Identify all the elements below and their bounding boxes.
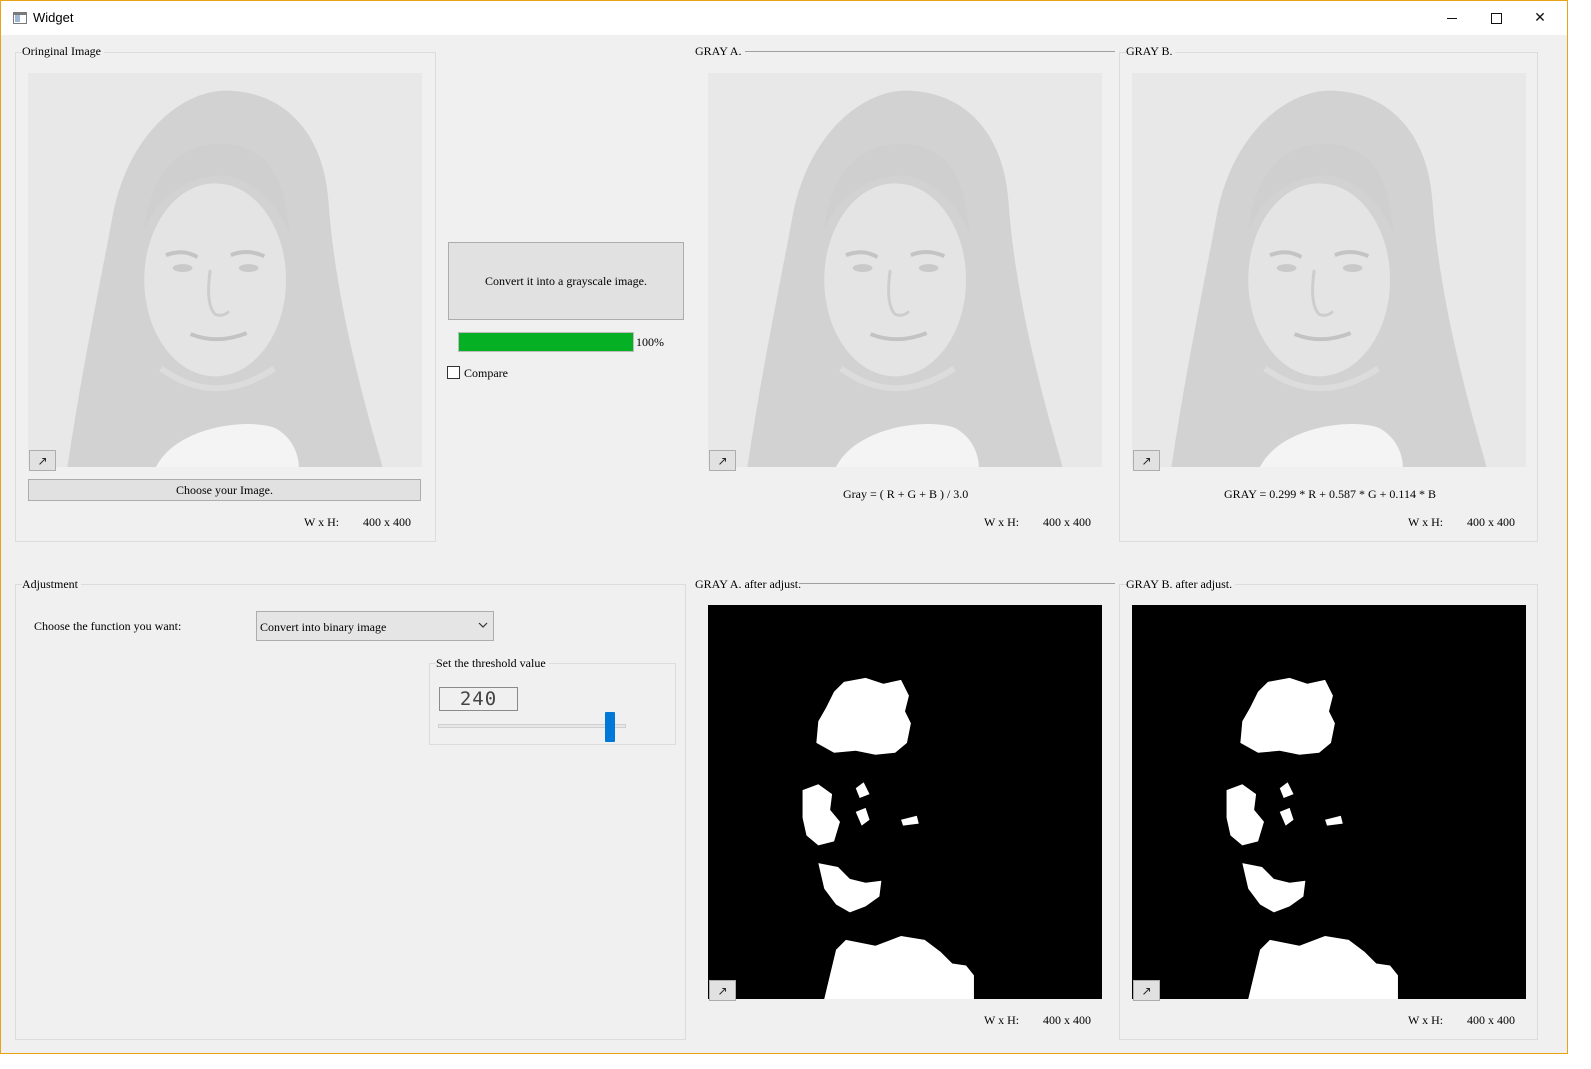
app-icon <box>13 12 27 24</box>
desktop-background <box>0 1054 1591 1069</box>
threshold-lcd-display: 240 <box>439 687 518 711</box>
gray-a-wh-value: 400 x 400 <box>1043 515 1091 529</box>
function-select-value: Convert into binary image <box>260 620 387 634</box>
original-zoom-button[interactable]: ↗ <box>29 450 56 471</box>
threshold-title: Set the threshold value <box>436 656 549 670</box>
close-button[interactable]: ✕ <box>1517 1 1563 35</box>
gray-a-title: GRAY A. <box>695 44 745 58</box>
original-image-title: Oringinal Image <box>22 44 104 58</box>
function-label: Choose the function you want: <box>34 619 182 633</box>
gray-b-title: GRAY B. <box>1126 44 1176 58</box>
gray-a-formula: Gray = ( R + G + B ) / 3.0 <box>843 487 969 501</box>
compare-checkbox[interactable] <box>447 366 460 379</box>
gray-b-image <box>1132 73 1526 467</box>
chevron-down-icon <box>478 622 488 628</box>
gray-b-adjusted-zoom-button[interactable]: ↗ <box>1133 980 1160 1001</box>
gray-b-wh-label: W x H: <box>1408 515 1444 529</box>
progress-percent-label: 100% <box>636 335 664 349</box>
gray-a-image-view <box>708 73 1102 467</box>
gray-b-zoom-button[interactable]: ↗ <box>1133 450 1160 471</box>
adjustment-title: Adjustment <box>22 577 81 591</box>
gray-b-image-view <box>1132 73 1526 467</box>
gray-b-wh-value: 400 x 400 <box>1467 515 1515 529</box>
conversion-progress-bar <box>458 332 634 352</box>
gray-a-adjusted-image <box>708 605 1102 999</box>
maximize-icon <box>1490 12 1502 24</box>
original-wh-value: 400 x 400 <box>363 515 411 529</box>
gray-a-adjusted-title: GRAY A. after adjust. <box>695 577 805 591</box>
expand-arrow-icon: ↗ <box>37 453 48 468</box>
gray-a-adjusted-zoom-button[interactable]: ↗ <box>709 980 736 1001</box>
gray-b-adjusted-wh-label: W x H: <box>1408 1013 1444 1027</box>
gray-b-adjusted-title: GRAY B. after adjust. <box>1126 577 1236 591</box>
progress-fill <box>459 333 633 351</box>
expand-arrow-icon: ↗ <box>1141 983 1152 998</box>
close-icon: ✕ <box>1534 10 1546 26</box>
gray-b-formula: GRAY = 0.299 * R + 0.587 * G + 0.114 * B <box>1224 487 1436 501</box>
gray-b-adjusted-wh-value: 400 x 400 <box>1467 1013 1515 1027</box>
gray-b-adjusted-image-view <box>1132 605 1526 999</box>
gray-a-adjusted-wh-value: 400 x 400 <box>1043 1013 1091 1027</box>
maximize-button[interactable] <box>1473 1 1519 35</box>
choose-image-button[interactable]: Choose your Image. <box>28 479 421 501</box>
original-image-view <box>28 73 422 467</box>
threshold-slider-groove[interactable] <box>438 724 626 728</box>
expand-arrow-icon: ↗ <box>717 983 728 998</box>
convert-grayscale-button[interactable]: Convert it into a grayscale image. <box>448 242 684 320</box>
threshold-slider-handle[interactable] <box>605 712 616 742</box>
expand-arrow-icon: ↗ <box>717 453 728 468</box>
gray-a-adjusted-image-view <box>708 605 1102 999</box>
function-select[interactable]: Convert into binary image <box>256 611 494 641</box>
original-wh-label: W x H: <box>304 515 340 529</box>
gray-a-divider <box>745 51 1115 52</box>
gray-a-adjusted-wh-label: W x H: <box>984 1013 1020 1027</box>
gray-a-wh-label: W x H: <box>984 515 1020 529</box>
gray-a-image <box>708 73 1102 467</box>
expand-arrow-icon: ↗ <box>1141 453 1152 468</box>
compare-label[interactable]: Compare <box>464 366 508 380</box>
title-bar[interactable]: Widget ✕ <box>1 1 1567 35</box>
adjustment-group <box>15 584 686 1040</box>
minimize-button[interactable] <box>1429 1 1475 35</box>
window-title: Widget <box>33 10 74 25</box>
gray-a-adjusted-divider <box>799 583 1115 584</box>
app-window: Widget ✕ Oringinal Image ↗ Choose your I… <box>0 0 1568 1054</box>
gray-b-adjusted-image <box>1132 605 1526 999</box>
gray-a-zoom-button[interactable]: ↗ <box>709 450 736 471</box>
minimize-icon <box>1447 17 1457 19</box>
original-image <box>28 73 422 467</box>
